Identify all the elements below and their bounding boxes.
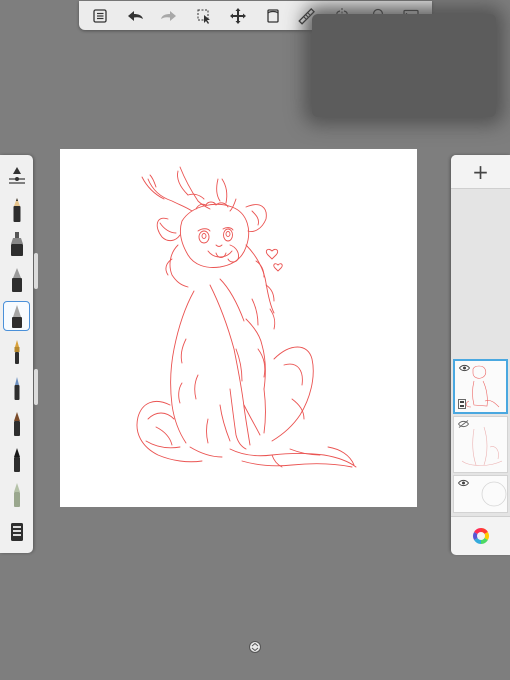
selection-icon[interactable] [191,4,217,28]
sketch-drawing [136,166,357,468]
add-layer-button[interactable]: + [451,155,510,189]
color-wheel-icon [472,528,489,544]
layer-thumbnail-sketch[interactable] [453,359,508,414]
ballpoint-pen-icon[interactable] [3,265,30,295]
layer-blend-icon [458,399,466,409]
fine-brush-icon[interactable] [3,373,30,403]
layer-preview [461,426,503,466]
layer-thumbnail-background[interactable] [453,475,508,513]
color-editor-button[interactable] [451,516,510,555]
brush-palette-handle-lower[interactable] [34,369,38,405]
transform-icon[interactable] [225,4,251,28]
brush-properties-icon[interactable] [3,160,30,190]
brush-palette [0,155,33,553]
notification-overlay [312,14,496,117]
undo-icon[interactable] [122,4,148,28]
paintbrush-icon[interactable] [3,337,30,367]
layer-preview [481,481,507,507]
chisel-brush-icon[interactable] [3,409,30,439]
airbrush-icon[interactable] [3,229,30,259]
brush-palette-handle[interactable] [34,253,38,289]
add-layer-label: + [472,159,489,184]
marker-icon[interactable] [3,301,30,331]
pencil-icon[interactable] [3,195,30,225]
canvas-rotate-icon[interactable] [260,4,286,28]
menu-list-icon[interactable] [87,4,113,28]
lagoon-menu-icon[interactable] [248,640,262,654]
layer-thumbnail-base-sketch[interactable] [453,416,508,473]
redo-icon[interactable] [156,4,182,28]
eraser-icon[interactable] [3,480,30,510]
ink-brush-icon[interactable] [3,445,30,475]
drawing-canvas[interactable] [60,149,417,507]
brush-library-icon[interactable] [3,517,30,547]
layers-panel: + [451,155,510,555]
